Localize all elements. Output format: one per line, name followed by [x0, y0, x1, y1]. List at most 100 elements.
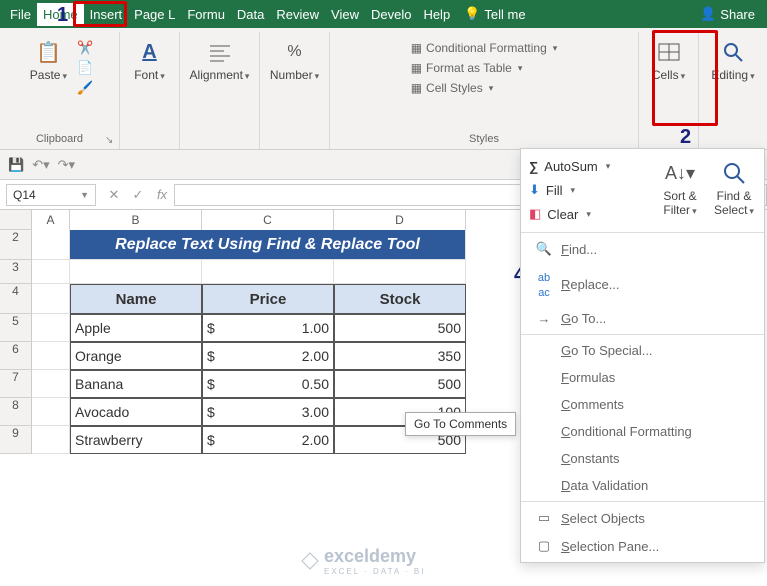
cell-stock[interactable]: 350 — [334, 342, 466, 370]
cond-format-label: Conditional Formatting — [426, 41, 547, 55]
tab-file[interactable]: File — [4, 3, 37, 26]
fill-button[interactable]: ⬇ Fill — [527, 178, 646, 202]
cell-stock[interactable]: 500 — [334, 370, 466, 398]
row-header[interactable]: 2 — [0, 230, 32, 260]
menu-item-label: Conditional Formatting — [561, 424, 692, 439]
paste-button[interactable]: 📋 Paste — [25, 34, 71, 86]
cell-price[interactable]: $2.00 — [202, 342, 334, 370]
tab-help[interactable]: Help — [417, 3, 456, 26]
find-menu-item-9[interactable]: ▭Select Objects — [521, 504, 764, 532]
editing-dropdown-panel: ∑ AutoSum ⬇ Fill ◧ Clear A↓▾ Sort & Filt… — [520, 148, 765, 563]
share-label: Share — [720, 7, 755, 22]
tab-developer[interactable]: Develo — [365, 3, 417, 26]
cell-price[interactable]: $3.00 — [202, 398, 334, 426]
find-menu-item-8[interactable]: Data Validation — [521, 472, 764, 499]
conditional-formatting-button[interactable]: ▦ Conditional Formatting — [409, 40, 560, 56]
clipboard-launcher[interactable]: ↘ — [105, 135, 117, 147]
find-menu-item-2[interactable]: →Go To... — [521, 305, 764, 332]
editing-button[interactable]: Editing — [707, 34, 758, 86]
row-header[interactable]: 8 — [0, 398, 32, 426]
cell-name[interactable]: Banana — [70, 370, 202, 398]
find-select-menu: 🔍Find...abacReplace...→Go To... Go To Spe… — [521, 233, 764, 562]
menu-item-icon — [535, 478, 553, 493]
find-menu-item-4[interactable]: Formulas — [521, 364, 764, 391]
cell-price[interactable]: $0.50 — [202, 370, 334, 398]
fill-label: Fill — [546, 183, 563, 198]
number-button[interactable]: % Number — [266, 34, 323, 86]
cell-name[interactable]: Avocado — [70, 398, 202, 426]
copy-icon[interactable]: 📄 — [77, 60, 93, 76]
font-button[interactable]: A Font — [127, 34, 173, 86]
header-stock[interactable]: Stock — [334, 284, 466, 314]
sort-filter-icon: A↓▾ — [666, 159, 694, 187]
col-header-a[interactable]: A — [32, 210, 70, 230]
find-select-icon — [720, 159, 748, 187]
cell-name[interactable]: Strawberry — [70, 426, 202, 454]
tell-me[interactable]: 💡 Tell me — [456, 6, 533, 22]
cut-icon[interactable]: ✂️ — [77, 40, 93, 56]
name-box[interactable]: Q14 ▼ — [6, 184, 96, 206]
find-menu-item-1[interactable]: abacReplace... — [521, 263, 764, 305]
alignment-button[interactable]: Alignment — [186, 34, 254, 86]
tab-page-layout[interactable]: Page L — [128, 3, 181, 26]
table-icon: ▦ — [411, 61, 422, 75]
find-select-button[interactable]: Find & Select — [708, 155, 760, 226]
find-menu-item-5[interactable]: Comments — [521, 391, 764, 418]
tab-view[interactable]: View — [325, 3, 365, 26]
sort-filter-button[interactable]: A↓▾ Sort & Filter — [656, 155, 704, 226]
fx-icon[interactable]: fx — [150, 187, 174, 202]
title-cell[interactable]: Replace Text Using Find & Replace Tool — [70, 230, 466, 260]
find-menu-item-3[interactable]: Go To Special... — [521, 337, 764, 364]
row-header[interactable]: 3 — [0, 260, 32, 284]
col-header-b[interactable]: B — [70, 210, 202, 230]
cell-price[interactable]: $2.00 — [202, 426, 334, 454]
cells-icon — [655, 38, 683, 66]
row-header[interactable]: 5 — [0, 314, 32, 342]
header-price[interactable]: Price — [202, 284, 334, 314]
chevron-down-icon[interactable]: ▼ — [80, 190, 89, 200]
sort-filter-label: Sort & Filter — [663, 189, 696, 217]
menu-item-icon: → — [535, 311, 553, 326]
cell-price[interactable]: $1.00 — [202, 314, 334, 342]
save-icon[interactable]: 💾 — [8, 157, 24, 173]
watermark: exceldemy EXCEL · DATA · BI — [300, 546, 425, 576]
format-painter-icon[interactable]: 🖌️ — [77, 80, 93, 96]
redo-icon[interactable]: ↷▾ — [58, 157, 75, 173]
row-header[interactable]: 7 — [0, 370, 32, 398]
format-as-table-button[interactable]: ▦ Format as Table — [409, 60, 525, 76]
col-header-d[interactable]: D — [334, 210, 466, 230]
cell-name[interactable]: Apple — [70, 314, 202, 342]
cells-button[interactable]: Cells — [646, 34, 692, 86]
enter-formula-icon[interactable]: ✓ — [126, 187, 150, 203]
row-header[interactable]: 6 — [0, 342, 32, 370]
header-name[interactable]: Name — [70, 284, 202, 314]
find-menu-item-6[interactable]: Conditional Formatting — [521, 418, 764, 445]
tab-formulas[interactable]: Formu — [181, 3, 231, 26]
row-header[interactable]: 9 — [0, 426, 32, 454]
menu-item-label: Find... — [561, 242, 597, 257]
cell-stock[interactable]: 500 — [334, 314, 466, 342]
find-menu-item-0[interactable]: 🔍Find... — [521, 235, 764, 263]
col-header-c[interactable]: C — [202, 210, 334, 230]
tab-insert[interactable]: Insert — [84, 3, 129, 26]
cell-styles-icon: ▦ — [411, 81, 422, 95]
share-button[interactable]: 👤 Share — [692, 6, 763, 22]
fill-icon: ⬇ — [529, 182, 540, 198]
annotation-num-1: 1 — [57, 4, 68, 27]
clear-button[interactable]: ◧ Clear — [527, 202, 646, 226]
cell-styles-button[interactable]: ▦ Cell Styles — [409, 80, 496, 96]
cell-name[interactable]: Orange — [70, 342, 202, 370]
tab-review[interactable]: Review — [270, 3, 325, 26]
autosum-button[interactable]: ∑ AutoSum — [527, 155, 646, 178]
tell-me-label: Tell me — [484, 7, 525, 22]
tab-data[interactable]: Data — [231, 3, 270, 26]
find-menu-item-10[interactable]: ▢Selection Pane... — [521, 532, 764, 560]
menu-item-label: Select Objects — [561, 511, 645, 526]
cancel-formula-icon[interactable]: ✕ — [102, 187, 126, 203]
find-menu-item-7[interactable]: Constants — [521, 445, 764, 472]
menu-item-label: Formulas — [561, 370, 615, 385]
undo-icon[interactable]: ↶▾ — [32, 157, 49, 173]
row-header[interactable]: 4 — [0, 284, 32, 314]
lightbulb-icon: 💡 — [464, 6, 480, 22]
number-icon: % — [281, 38, 309, 66]
